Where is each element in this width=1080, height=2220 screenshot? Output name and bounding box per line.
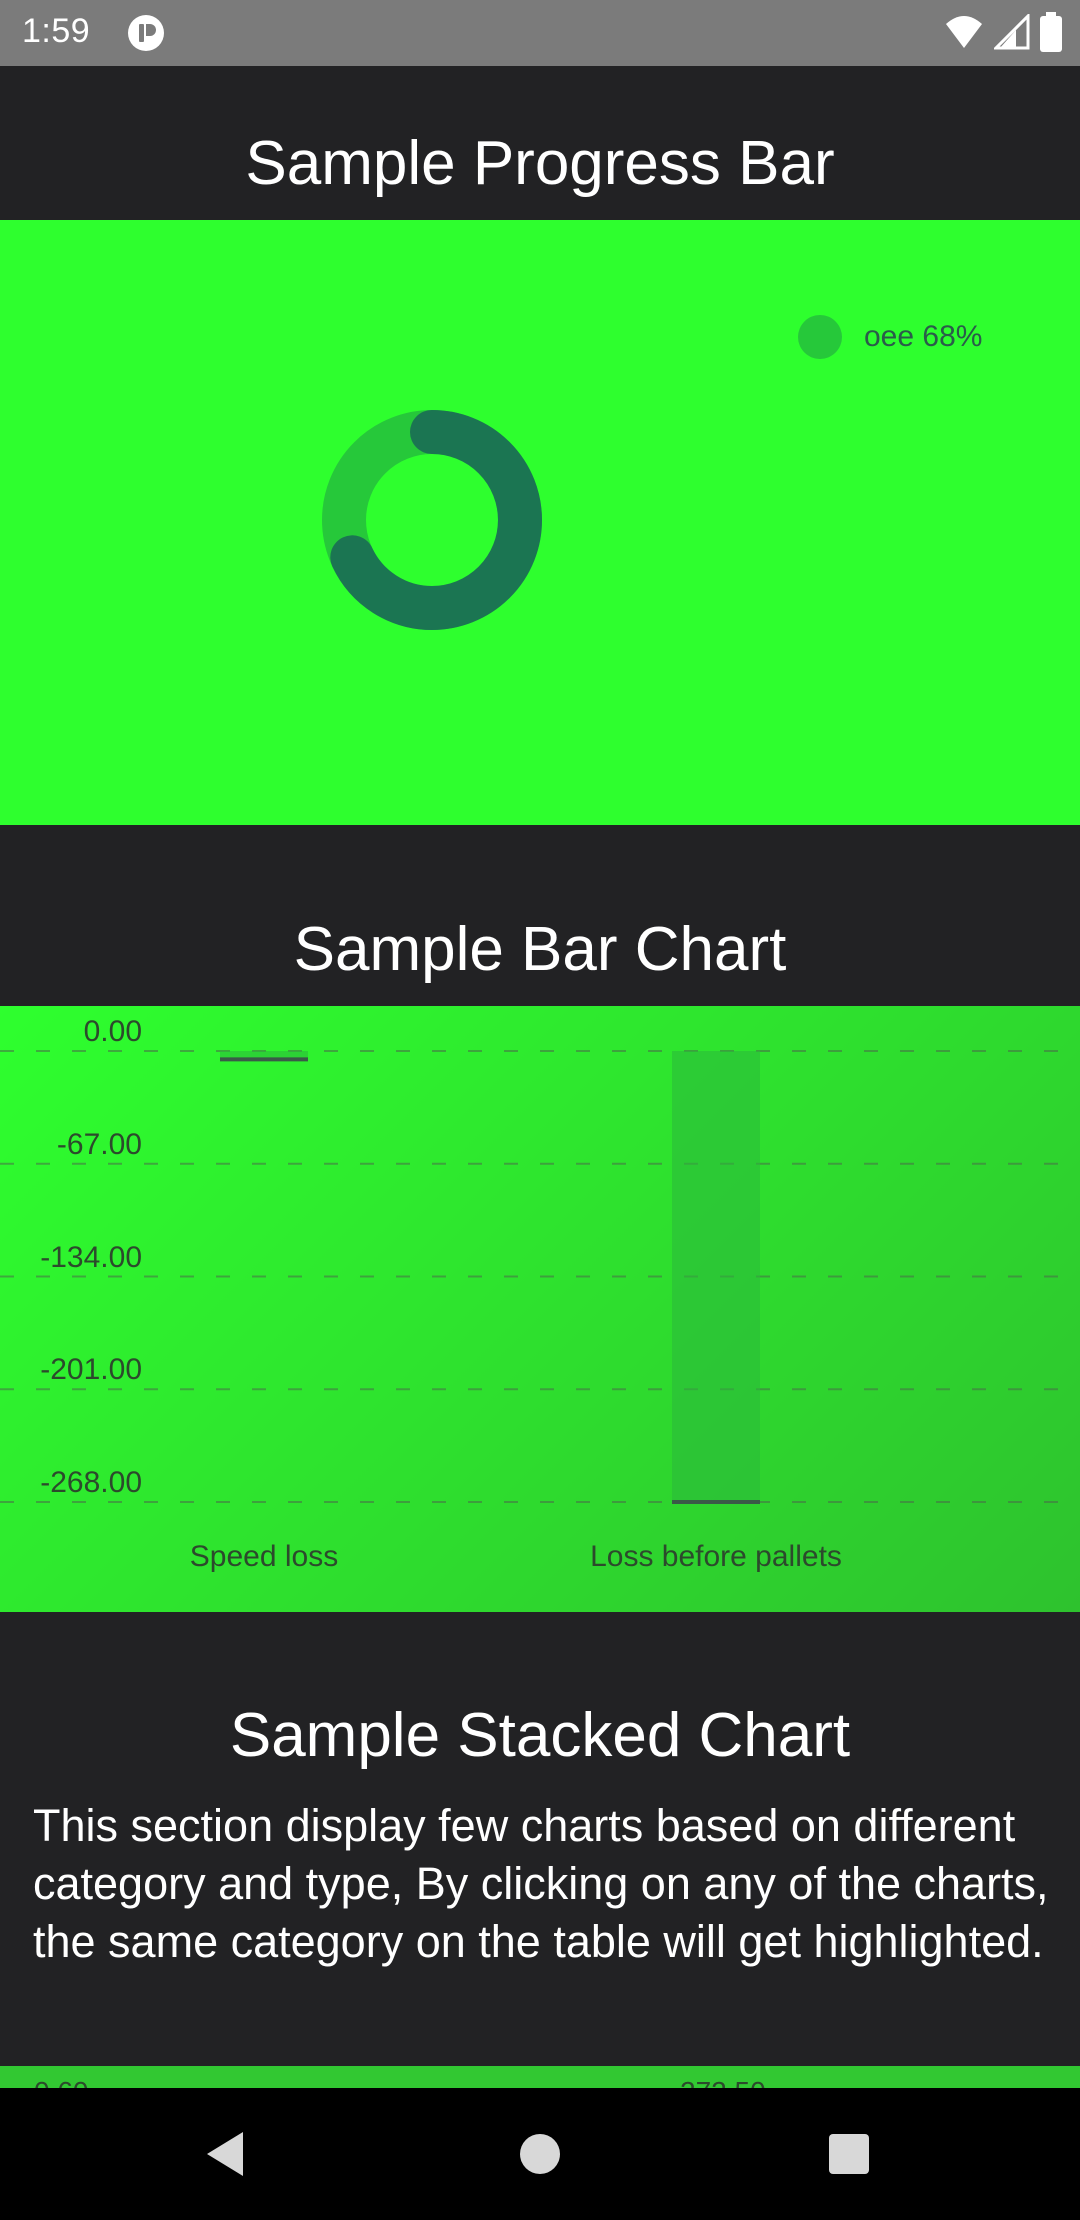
recents-icon[interactable]	[829, 2134, 869, 2174]
progress-chart-panel[interactable]: oee 68%	[0, 220, 1080, 825]
navigation-bar	[0, 2088, 1080, 2220]
app-notification-icon	[128, 15, 164, 51]
status-icons	[944, 12, 1062, 52]
bar-chart-panel[interactable]: 0.00 -67.00 -134.00 -201.00 -268.00 Speed los…	[0, 1006, 1080, 1612]
x-tick-label-1: Loss before pallets	[590, 1540, 842, 1573]
back-icon[interactable]	[205, 2130, 245, 2178]
status-time: 1:59	[22, 12, 91, 50]
bar-1[interactable]	[672, 1051, 760, 1502]
y-tick-label-3: -201.00	[40, 1353, 142, 1387]
x-tick-label-0: Speed loss	[189, 1540, 339, 1573]
status-bar: 1:59	[0, 0, 1080, 66]
y-tick-label-2: -134.00	[40, 1240, 142, 1274]
y-tick-label-4: -268.00	[40, 1466, 142, 1499]
progress-donut[interactable]	[322, 410, 542, 630]
bar-section-title: Sample Bar Chart	[293, 915, 787, 984]
legend-label: oee 68%	[864, 320, 983, 353]
cell-signal-icon	[994, 14, 1030, 50]
stacked-chart-panel[interactable]: 0.60 272.50	[0, 2066, 1080, 2088]
stacked-tick-1: 272.50	[680, 2076, 766, 2088]
progress-section-title: Sample Progress Bar	[245, 129, 835, 198]
stacked-section-title: Sample Stacked Chart	[229, 1701, 851, 1770]
stacked-tick-0: 0.60	[34, 2076, 89, 2088]
stacked-section-description: This section display few charts based on…	[33, 1800, 1049, 1967]
screen: 1:59 Sample Progress Bar oee 68% Sample …	[0, 0, 1080, 2220]
y-tick-label-1: -67.00	[56, 1127, 142, 1161]
wifi-icon	[946, 16, 982, 48]
home-icon[interactable]	[520, 2134, 560, 2174]
bar-chart-svg	[0, 1050, 1080, 1504]
progress-legend[interactable]: oee 68%	[798, 315, 982, 359]
battery-icon	[1040, 12, 1062, 52]
legend-dot	[798, 315, 842, 359]
y-tick-label-0: 0.00	[83, 1015, 142, 1048]
